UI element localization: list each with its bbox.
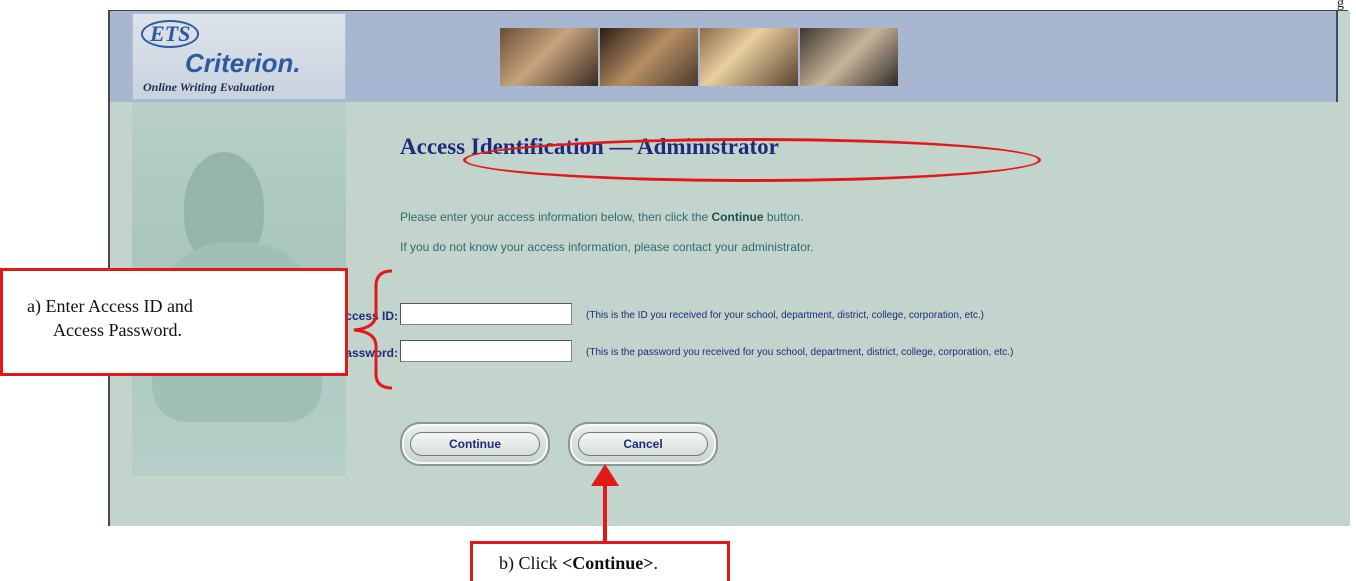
callout-brace-icon (353, 269, 393, 390)
callout-b-text: b) Click <Continue>. (499, 553, 659, 573)
title-highlight-ellipse (463, 138, 1041, 182)
continue-button[interactable]: Continue (400, 422, 550, 466)
callout-a-line1: a) Enter Access ID and (27, 296, 193, 316)
access-password-input[interactable] (400, 340, 572, 362)
criterion-logo[interactable]: ETS Criterion. Online Writing Evaluation (132, 13, 346, 100)
logo-subtitle: Online Writing Evaluation (143, 80, 275, 94)
students-photo-icon (700, 28, 798, 86)
students-photo-icon (500, 28, 598, 86)
cancel-button-label: Cancel (578, 432, 708, 456)
instruction-text: Please enter your access information bel… (400, 210, 804, 224)
header-photo-strip (500, 28, 898, 86)
help-text: If you do not know your access informati… (400, 240, 814, 254)
logo-product-name: Criterion. (185, 48, 301, 78)
access-password-hint: (This is the password you received for y… (586, 347, 1014, 358)
arrow-up-icon (591, 464, 619, 546)
callout-a: a) Enter Access ID and Access Password. (0, 268, 348, 376)
continue-button-label: Continue (410, 432, 540, 456)
ets-logo-icon: ETS (141, 20, 200, 48)
students-photo-icon (600, 28, 698, 86)
app-header: ETS Criterion. Online Writing Evaluation (110, 11, 1338, 102)
callout-b: b) Click <Continue>. (470, 541, 730, 581)
students-photo-icon (800, 28, 898, 86)
cancel-button[interactable]: Cancel (568, 422, 718, 466)
access-id-input[interactable] (400, 303, 572, 325)
access-id-hint: (This is the ID you received for your sc… (586, 310, 984, 321)
continue-keyword: Continue (711, 210, 764, 224)
callout-a-line2: Access Password. (53, 320, 182, 340)
